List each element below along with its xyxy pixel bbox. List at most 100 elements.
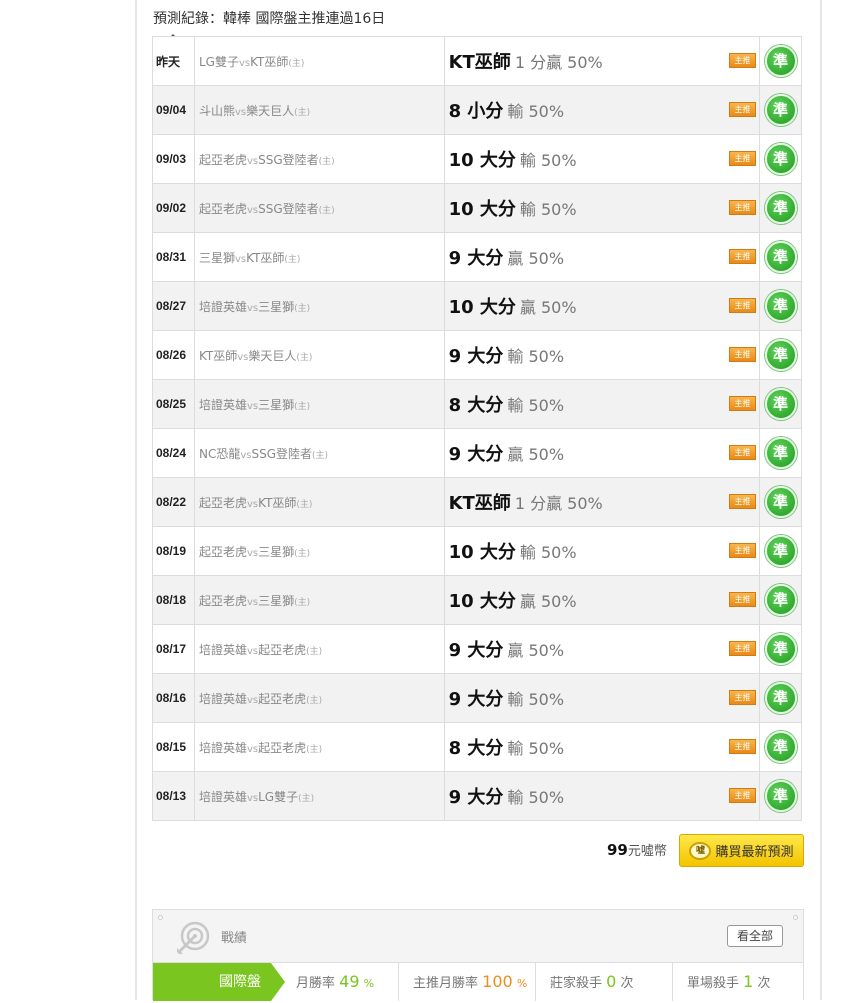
record-matchup: 培證英雄vs起亞老虎(主)	[193, 722, 445, 772]
host-mark: (主)	[288, 58, 305, 69]
correct-badge-icon: 準	[764, 143, 797, 175]
pick-value: KT巫師	[448, 52, 511, 73]
stat-value: 1	[743, 972, 754, 991]
record-date: 08/19	[152, 526, 195, 576]
team-home: 培證英雄	[198, 397, 247, 412]
record-date: 昨天	[152, 36, 195, 86]
pick-value: 9 大分	[448, 346, 504, 367]
stat-label: 主推月勝率	[413, 976, 479, 991]
record-verdict-cell: 準	[759, 85, 802, 135]
record-pick: 10 大分輸 50% 主推	[443, 526, 761, 576]
vs-label: vs	[246, 204, 259, 216]
record-verdict-cell: 準	[759, 722, 802, 772]
host-mark: (主)	[294, 548, 311, 559]
vs-label: vs	[246, 302, 259, 314]
vs-label: vs	[234, 106, 247, 118]
vs-label: vs	[238, 57, 251, 69]
record-matchup: 起亞老虎vsSSG登陸者(主)	[193, 183, 445, 233]
corner-dot-icon	[158, 915, 163, 920]
correct-badge-icon: 準	[764, 192, 797, 224]
pick-value: 9 大分	[448, 640, 504, 661]
view-all-button[interactable]: 看全部	[727, 925, 783, 947]
record-matchup: 起亞老虎vsKT巫師(主)	[193, 477, 445, 527]
vs-label: vs	[246, 596, 259, 608]
table-row: 08/15 培證英雄vs起亞老虎(主) 8 大分輸 50% 主推準	[152, 722, 802, 772]
pick-result: 輸 50%	[507, 396, 565, 415]
record-pick: 10 大分贏 50% 主推	[443, 575, 761, 625]
record-date: 08/13	[152, 771, 195, 821]
correct-badge-icon: 準	[764, 94, 797, 126]
record-matchup: 起亞老虎vs三星獅(主)	[193, 526, 445, 576]
pick-result: 贏 50%	[507, 249, 565, 268]
price-unit: 元噓幣	[627, 844, 667, 859]
record-matchup: LG雙子vsKT巫師(主)	[193, 36, 445, 86]
stat-label: 單場殺手	[687, 976, 740, 991]
stat-value: 100	[482, 972, 513, 991]
target-icon	[177, 921, 210, 954]
table-row: 08/16 培證英雄vs起亞老虎(主) 9 大分輸 50% 主推準	[152, 673, 802, 723]
pick-result: 輸 50%	[507, 788, 565, 807]
record-pick: 9 大分輸 50% 主推	[443, 771, 761, 821]
table-row: 08/26 KT巫師vs樂天巨人(主) 9 大分輸 50% 主推準	[152, 330, 802, 380]
team-home: 起亞老虎	[198, 544, 247, 559]
corner-dot-icon	[793, 915, 798, 920]
price-label: 99元噓幣	[607, 840, 667, 859]
host-mark: (主)	[306, 646, 323, 657]
vs-label: vs	[246, 155, 259, 167]
main-pick-badge: 主推	[729, 249, 757, 264]
record-matchup: 培證英雄vs起亞老虎(主)	[193, 673, 445, 723]
prediction-panel: 預測紀錄：韓棒 國際盤主推連過16日 昨天 LG雙子vsKT巫師(主) KT巫師 1 …	[137, 0, 820, 1001]
stat-unit: 次	[757, 976, 771, 991]
record-pick: 9 大分贏 50% 主推	[443, 428, 761, 478]
table-row: 09/04 斗山熊vs樂天巨人(主) 8 小分輸 50% 主推準	[152, 85, 802, 135]
correct-badge-icon: 準	[764, 584, 797, 616]
vs-label: vs	[246, 694, 259, 706]
pick-value: 10 大分	[448, 542, 516, 563]
pick-result: 贏 50%	[507, 641, 565, 660]
host-mark: (主)	[284, 254, 301, 265]
team-away: SSG登陸者	[251, 446, 313, 461]
team-away: 三星獅	[258, 397, 295, 412]
pick-result: 贏 50%	[519, 298, 577, 317]
host-mark: (主)	[294, 107, 311, 118]
record-pick: 10 大分贏 50% 主推	[443, 281, 761, 331]
record-date: 08/18	[152, 575, 195, 625]
stats-header: 戰績 看全部	[153, 910, 803, 960]
record-pick: 9 大分輸 50% 主推	[443, 330, 761, 380]
record-date: 09/02	[152, 183, 195, 233]
record-date: 08/17	[152, 624, 195, 674]
team-home: 培證英雄	[198, 789, 247, 804]
host-mark: (主)	[294, 401, 311, 412]
pick-result: 輸 50%	[519, 543, 577, 562]
main-pick-badge: 主推	[729, 200, 757, 215]
stats-title: 戰績	[221, 931, 248, 946]
pick-value: 9 大分	[448, 689, 504, 710]
host-mark: (主)	[294, 303, 311, 314]
stat-value: 0	[606, 972, 617, 991]
correct-badge-icon: 準	[764, 388, 797, 420]
stat-unit: 次	[620, 976, 634, 991]
tab-international[interactable]: 國際盤	[153, 963, 285, 1001]
table-row: 09/03 起亞老虎vsSSG登陸者(主) 10 大分輸 50% 主推準	[152, 134, 802, 184]
right-rail	[820, 0, 846, 1000]
team-home: 三星獅	[198, 250, 235, 265]
record-matchup: 起亞老虎vsSSG登陸者(主)	[193, 134, 445, 184]
record-matchup: 斗山熊vs樂天巨人(主)	[193, 85, 445, 135]
host-mark: (主)	[318, 205, 335, 216]
table-row: 08/22 起亞老虎vsKT巫師(主) KT巫師 1 分贏 50% 主推準	[152, 477, 802, 527]
pick-result: 輸 50%	[519, 200, 577, 219]
record-matchup: KT巫師vs樂天巨人(主)	[193, 330, 445, 380]
record-matchup: 起亞老虎vs三星獅(主)	[193, 575, 445, 625]
pick-result: 贏 50%	[507, 445, 565, 464]
record-verdict-cell: 準	[759, 624, 802, 674]
team-home: 培證英雄	[198, 740, 247, 755]
team-away: SSG登陸者	[258, 152, 319, 167]
pick-value: 9 大分	[448, 248, 504, 269]
correct-badge-icon: 準	[764, 535, 797, 567]
record-date: 08/15	[152, 722, 195, 772]
buy-latest-prediction-button[interactable]: 噓 購買最新預測	[679, 834, 804, 867]
team-away: SSG登陸者	[258, 201, 319, 216]
correct-badge-icon: 準	[764, 290, 797, 322]
left-rail	[0, 0, 137, 1000]
record-verdict-cell: 準	[759, 183, 802, 233]
